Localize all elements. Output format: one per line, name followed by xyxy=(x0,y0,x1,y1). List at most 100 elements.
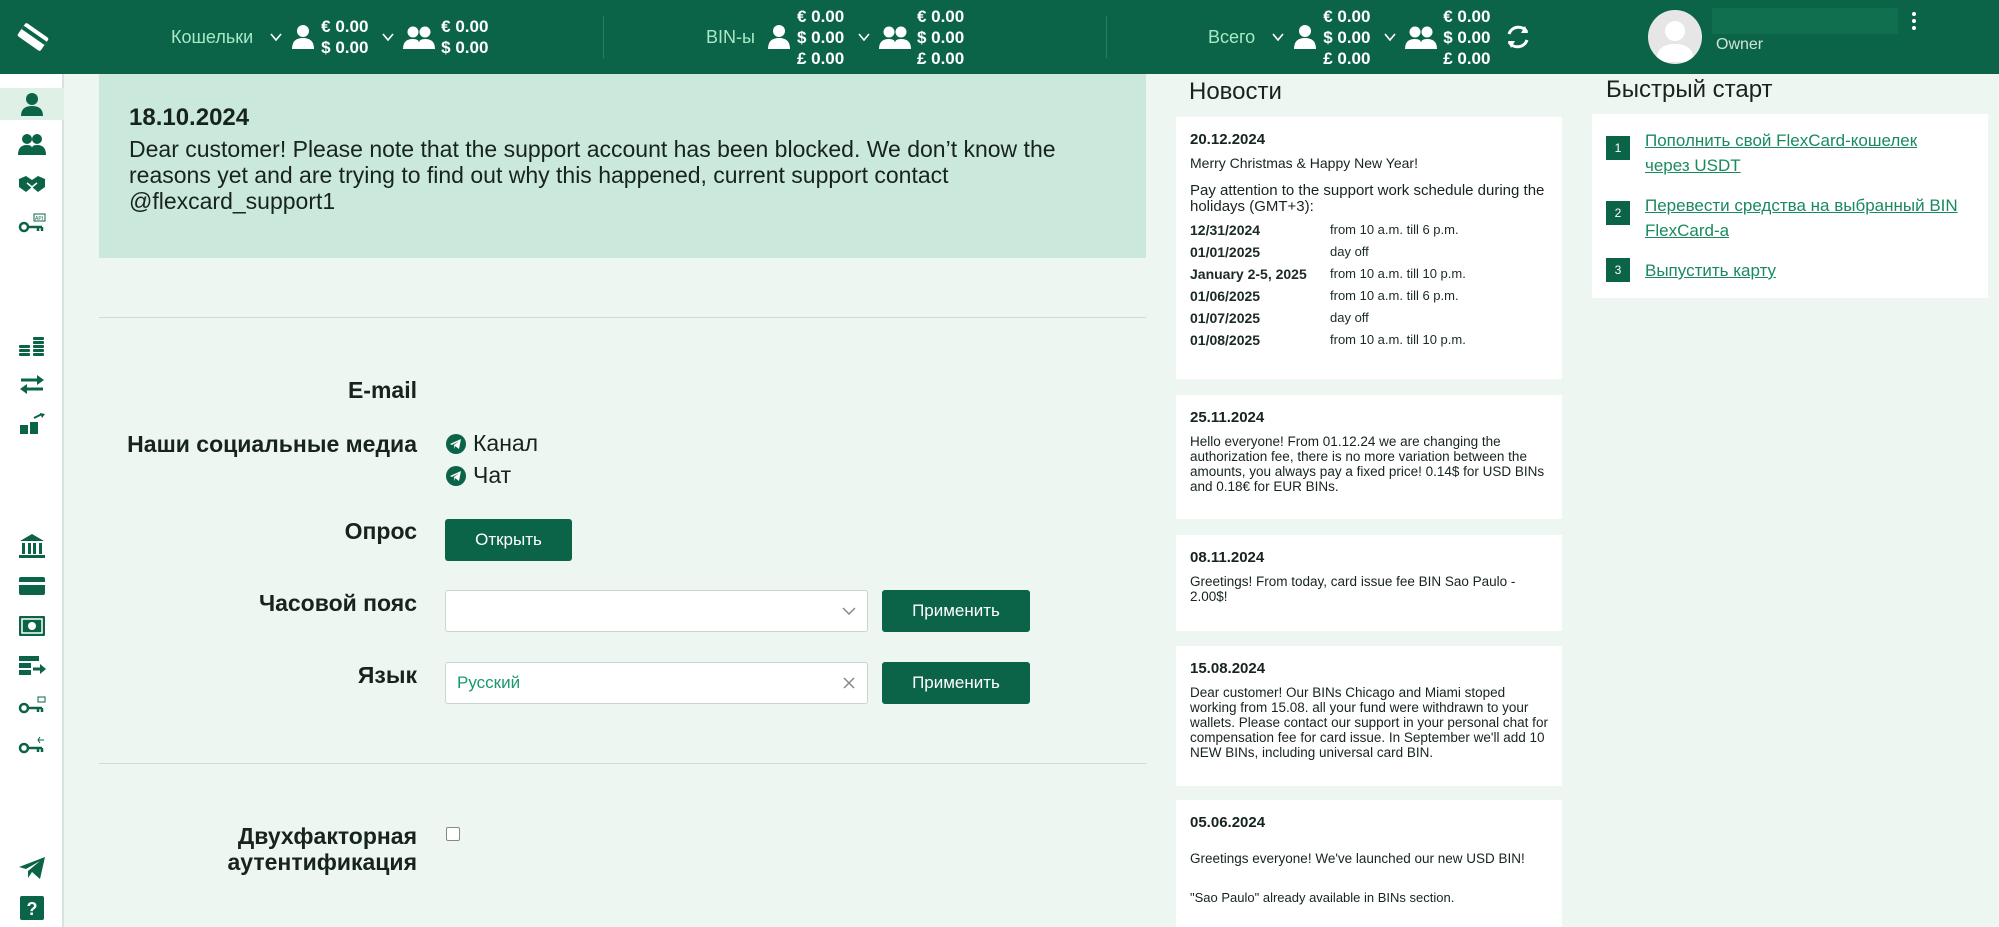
divider xyxy=(603,16,604,58)
news-card: 08.11.2024 Greetings! From today, card i… xyxy=(1176,535,1562,631)
coins-growth-icon xyxy=(20,413,45,434)
timezone-select[interactable] xyxy=(445,590,868,632)
quickstart-link-transfer[interactable]: Перевести средства на выбранный BIN Flex… xyxy=(1645,193,1965,243)
chevron-down-icon[interactable] xyxy=(1383,30,1397,44)
sidebar-item-bank[interactable] xyxy=(16,530,48,562)
users-icon xyxy=(403,26,436,49)
sidebar: API ? xyxy=(0,74,64,927)
quickstart-link-issue-card[interactable]: Выпустить карту xyxy=(1645,258,1965,283)
username-redacted xyxy=(1712,8,1898,34)
credit-card-icon xyxy=(19,577,45,595)
quickstart-item: 3 Выпустить карту xyxy=(1606,258,1965,283)
step-number: 3 xyxy=(1606,258,1630,282)
telegram-icon xyxy=(446,433,466,454)
quickstart-item: 2 Перевести средства на выбранный BIN Fl… xyxy=(1606,193,1965,243)
refresh-icon[interactable] xyxy=(1503,22,1533,52)
users-icon xyxy=(18,134,46,155)
sidebar-item-team[interactable] xyxy=(16,128,48,160)
wallets-team-amounts: € 0.00 $ 0.00 xyxy=(441,17,489,57)
bank-icon xyxy=(19,534,45,558)
news-card: 05.06.2024 Greetings everyone! We've lau… xyxy=(1176,800,1562,927)
sidebar-item-telegram[interactable] xyxy=(16,852,48,884)
key-icon xyxy=(18,696,46,714)
coins-icon xyxy=(19,337,44,356)
sidebar-item-cards[interactable] xyxy=(16,570,48,602)
twofa-label: Двухфакторная аутентификация xyxy=(227,823,417,875)
total-personal-amounts: € 0.00 $ 0.00 £ 0.00 xyxy=(1323,6,1371,68)
social-channel-link[interactable]: Канал xyxy=(445,430,538,457)
total-group: Всего € 0.00 $ 0.00 £ 0.00 € 0.00 $ 0.00… xyxy=(1208,0,1533,74)
transfer-arrows-icon xyxy=(20,375,44,394)
sidebar-item-money[interactable] xyxy=(16,610,48,642)
top-bar: Кошельки € 0.00 $ 0.00 € 0.00 $ 0.00 BIN… xyxy=(0,0,1999,74)
chevron-down-icon[interactable] xyxy=(857,30,871,44)
more-menu-icon[interactable] xyxy=(1908,12,1920,34)
user-icon xyxy=(1294,25,1317,49)
wallets-personal-amounts: € 0.00 $ 0.00 xyxy=(321,17,369,57)
chevron-down-icon[interactable] xyxy=(1271,30,1285,44)
quickstart-item: 1 Пополнить свой FlexCard-кошелек через … xyxy=(1606,128,1965,178)
help-icon: ? xyxy=(20,896,44,920)
language-select[interactable]: Русский xyxy=(445,662,868,704)
twofa-checkbox[interactable] xyxy=(446,827,460,841)
divider xyxy=(1106,16,1107,58)
total-team-amounts: € 0.00 $ 0.00 £ 0.00 xyxy=(1443,6,1491,68)
alert-text: Dear customer! Please note that the supp… xyxy=(129,136,1056,214)
sidebar-item-wallets[interactable] xyxy=(16,330,48,362)
user-icon xyxy=(21,93,43,116)
social-label: Наши социальные медиа xyxy=(127,431,417,457)
news-card: 25.11.2024 Hello everyone! From 01.12.24… xyxy=(1176,395,1562,519)
sidebar-item-keys-transfer[interactable] xyxy=(16,730,48,762)
step-number: 1 xyxy=(1606,136,1630,160)
sidebar-item-help[interactable]: ? xyxy=(16,892,48,924)
sidebar-item-transactions[interactable] xyxy=(16,650,48,682)
email-label: E-mail xyxy=(347,377,417,403)
sidebar-item-keys[interactable] xyxy=(16,690,48,722)
bins-group: BIN-ы € 0.00 $ 0.00 £ 0.00 € 0.00 $ 0.00… xyxy=(706,0,969,74)
news-card: 20.12.2024 Merry Christmas & Happy New Y… xyxy=(1176,117,1562,379)
sidebar-item-api[interactable]: API xyxy=(16,208,48,240)
svg-text:?: ? xyxy=(27,899,38,919)
wallets-group: Кошельки € 0.00 $ 0.00 € 0.00 $ 0.00 xyxy=(171,0,493,74)
bins-personal-amounts: € 0.00 $ 0.00 £ 0.00 xyxy=(796,6,845,68)
news-title: Новости xyxy=(1189,78,1282,105)
clear-icon[interactable] xyxy=(841,675,857,691)
quickstart-title: Быстрый старт xyxy=(1606,76,1773,103)
poll-label: Опрос xyxy=(344,518,417,544)
user-role: Owner xyxy=(1716,36,1764,53)
social-chat-link[interactable]: Чат xyxy=(445,462,511,489)
timezone-apply-button[interactable]: Применить xyxy=(882,590,1030,632)
support-alert: 18.10.2024 Dear customer! Please note th… xyxy=(99,74,1146,258)
step-number: 2 xyxy=(1606,201,1630,225)
sidebar-item-profile[interactable] xyxy=(0,88,64,120)
telegram-icon xyxy=(446,465,466,486)
telegram-icon xyxy=(19,857,45,879)
sidebar-item-partners[interactable] xyxy=(16,168,48,200)
alert-date: 18.10.2024 xyxy=(129,104,250,131)
user-icon xyxy=(292,25,315,49)
sidebar-item-transfers[interactable] xyxy=(16,368,48,400)
users-icon xyxy=(1405,26,1438,49)
language-apply-button[interactable]: Применить xyxy=(882,662,1030,704)
divider xyxy=(99,763,1146,764)
poll-open-button[interactable]: Открыть xyxy=(445,519,572,561)
language-label: Язык xyxy=(357,662,417,688)
sidebar-item-growth[interactable] xyxy=(16,408,48,440)
list-transfer-icon xyxy=(19,656,46,675)
chevron-down-icon[interactable] xyxy=(381,30,395,44)
key-transfer-icon xyxy=(18,736,44,754)
bins-label: BIN-ы xyxy=(706,26,755,47)
flexcard-logo-icon xyxy=(17,23,49,51)
wallets-label: Кошельки xyxy=(171,26,254,47)
avatar-placeholder-icon xyxy=(1656,21,1694,62)
quickstart-panel: 1 Пополнить свой FlexCard-кошелек через … xyxy=(1592,114,1988,298)
user-icon xyxy=(767,25,790,49)
logo[interactable] xyxy=(0,0,66,74)
quickstart-link-topup[interactable]: Пополнить свой FlexCard-кошелек через US… xyxy=(1645,128,1965,178)
avatar[interactable] xyxy=(1648,10,1702,64)
divider xyxy=(99,317,1146,318)
chevron-down-icon[interactable] xyxy=(269,30,283,44)
total-label: Всего xyxy=(1208,26,1256,47)
money-bill-icon xyxy=(19,616,45,636)
api-key-icon: API xyxy=(18,213,46,233)
